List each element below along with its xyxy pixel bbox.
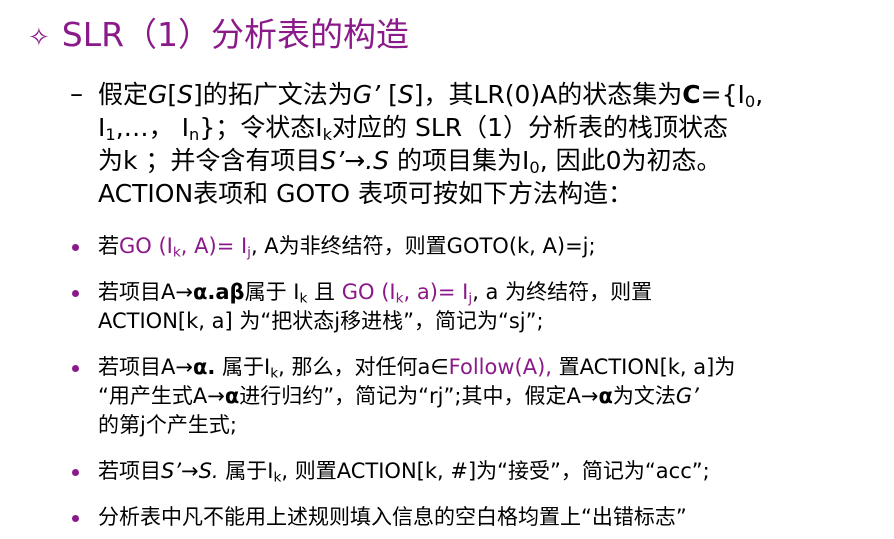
rule-accept: 若项目S’→S. 属于Ik, 则置ACTION[k, #]为“接受”，简记为“a…: [72, 457, 887, 486]
intro-line-4: ACTION表项和 GOTO 表项可按如下方法构造：: [98, 179, 634, 208]
rule-error: 分析表中凡不能用上述规则填入信息的空白格均置上“出错标志”: [72, 503, 887, 532]
intro-dash: –: [70, 79, 83, 109]
bullet-dot-icon: [72, 244, 79, 251]
rule-list: 若GO (Ik, A)= Ij, A为非终结符，则置GOTO(k, A)=j; …: [72, 232, 887, 532]
bullet-dot-icon: [72, 290, 79, 297]
slide-title: ✧ SLR（1）分析表的构造: [28, 10, 409, 60]
rule-reduce: 若项目A→α. 属于Ik, 那么，对任何a∈Follow(A), 置ACTION…: [72, 353, 887, 440]
bullet-dot-icon: [72, 515, 79, 522]
intro-paragraph: 假定G[S]的拓广文法为G’ [S]，其LR(0)A的状态集为C={I0, I1…: [98, 78, 888, 210]
rule-goto: 若GO (Ik, A)= Ij, A为非终结符，则置GOTO(k, A)=j;: [72, 232, 887, 261]
bullet-dot-icon: [72, 469, 79, 476]
bullet-dot-icon: [72, 365, 79, 372]
rule-shift: 若项目A→α.aβ属于 Ik 且 GO (Ik, a)= Ij, a 为终结符，…: [72, 278, 887, 336]
intro-line-3: 为k ；并令含有项目S’→.S 的项目集为I0, 因此0为初态。: [98, 146, 722, 178]
intro-line-1: 假定G[S]的拓广文法为G’ [S]，其LR(0)A的状态集为C={I0,: [98, 80, 764, 112]
intro-line-2: I1,…， In}；令状态Ik对应的 SLR（1）分析表的栈顶状态: [98, 113, 729, 145]
title-text: SLR（1）分析表的构造: [61, 15, 410, 54]
diamond-outline-icon: ✧: [28, 23, 50, 53]
